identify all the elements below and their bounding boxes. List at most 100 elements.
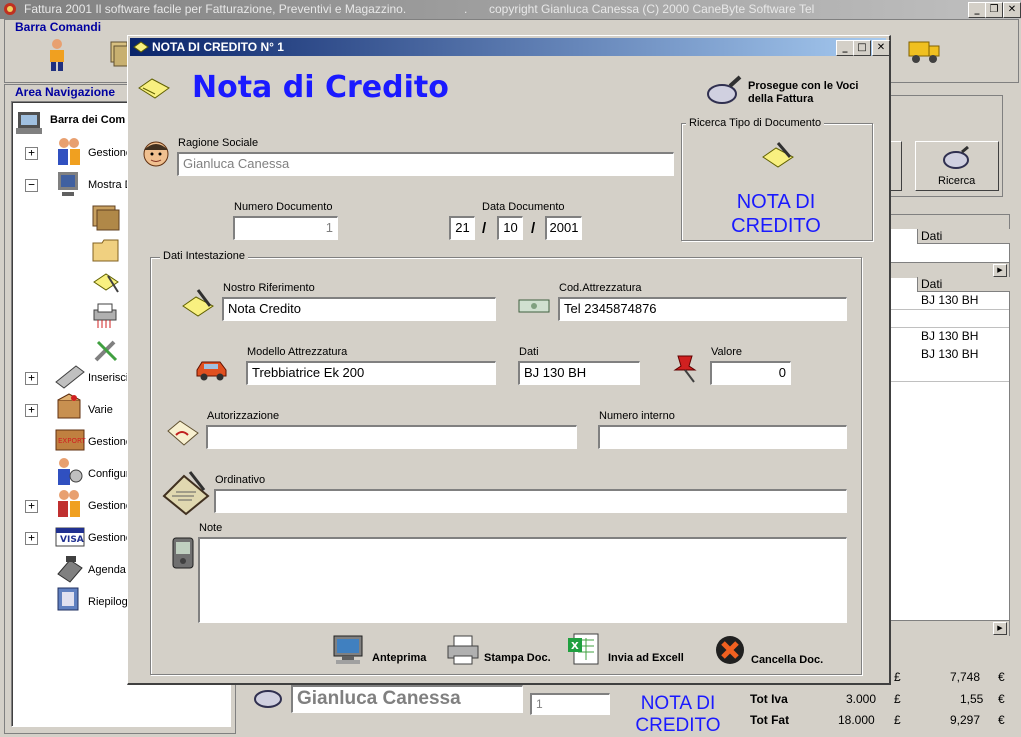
date-year-field[interactable]: 2001 bbox=[545, 216, 582, 240]
grid-row-divider bbox=[891, 309, 1009, 310]
person-icon[interactable] bbox=[45, 38, 69, 75]
command-bar-root-icon bbox=[14, 106, 46, 139]
tree-expander-gestione-1[interactable]: + bbox=[25, 147, 38, 160]
total-1-b: 7,748 bbox=[950, 670, 981, 684]
bg-doc-type: NOTA DI CREDITO bbox=[635, 693, 721, 736]
dialog-heading: Nota di Credito bbox=[192, 70, 449, 105]
stampa-button[interactable]: Stampa Doc. bbox=[444, 634, 562, 670]
tree-item-gestione-2[interactable]: Gestione bbox=[88, 436, 132, 448]
numero-documento-field[interactable]: 1 bbox=[233, 216, 338, 240]
ordinativo-label: Ordinativo bbox=[215, 474, 266, 486]
excel-icon: X bbox=[566, 632, 602, 669]
box-icon bbox=[54, 392, 84, 425]
total-iva-cur2: € bbox=[998, 692, 1005, 706]
doc-type-line-1: NOTA DI bbox=[736, 191, 816, 213]
autorizzazione-field[interactable] bbox=[206, 425, 577, 449]
tree-expander-varie[interactable]: + bbox=[25, 404, 38, 417]
total-fat-label: Tot Fat bbox=[750, 713, 790, 727]
ragione-sociale-field[interactable]: Gianluca Canessa bbox=[177, 152, 674, 176]
prosegue-button[interactable]: Prosegue con le Voci della Fattura bbox=[706, 72, 882, 110]
tree-expander-mostra[interactable]: − bbox=[25, 179, 38, 192]
date-separator-1: / bbox=[482, 220, 487, 237]
tools-icon[interactable] bbox=[90, 336, 122, 367]
modello-attrezzatura-field[interactable]: Trebbiatrice Ek 200 bbox=[246, 361, 496, 385]
visa-card-icon: VISA bbox=[54, 526, 86, 551]
total-fat-cur2: € bbox=[998, 713, 1005, 727]
reference-pen-icon bbox=[180, 286, 216, 323]
magnifier-icon bbox=[942, 145, 972, 173]
app-minimize-button[interactable]: _ bbox=[968, 2, 986, 18]
folders-icon[interactable] bbox=[90, 202, 122, 235]
tree-item-agenda[interactable]: Agenda bbox=[88, 564, 126, 576]
numero-interno-label: Numero interno bbox=[599, 410, 675, 422]
dialog-maximize-button[interactable]: □ bbox=[853, 40, 871, 56]
nostro-riferimento-field[interactable]: Nota Credito bbox=[222, 297, 496, 321]
grid-scrollbar-h-2[interactable]: ▶ bbox=[891, 620, 1009, 636]
background-search-button[interactable]: Ricerca bbox=[915, 141, 999, 191]
valore-field[interactable]: 0 bbox=[710, 361, 791, 385]
ordinativo-field[interactable] bbox=[214, 489, 847, 513]
date-month-field[interactable]: 10 bbox=[497, 216, 523, 240]
excel-label: Invia ad Excell bbox=[608, 652, 684, 664]
tree-item-configur[interactable]: Configur bbox=[88, 468, 130, 480]
prosegue-label: Prosegue con le Voci della Fattura bbox=[748, 80, 859, 105]
clipboard-icon bbox=[160, 468, 212, 521]
tree-item-mostra[interactable]: Mostra D bbox=[88, 179, 133, 191]
grid-scrollbar-h[interactable]: ▶ bbox=[891, 262, 1009, 278]
scroll-right-arrow[interactable]: ▶ bbox=[993, 264, 1007, 277]
tree-root-label[interactable]: Barra dei Com bbox=[50, 114, 125, 126]
total-fat-a: 18.000 bbox=[838, 713, 875, 727]
tree-item-gestione-4[interactable]: Gestione bbox=[88, 532, 132, 544]
truck-icon[interactable] bbox=[907, 36, 941, 71]
tree-item-inserisci[interactable]: Inserisci bbox=[88, 372, 128, 384]
intestazione-group-title: Dati Intestazione bbox=[160, 250, 248, 262]
tree-item-riepilog[interactable]: Riepilog bbox=[88, 596, 128, 608]
excel-button[interactable]: X Invia ad Excell bbox=[564, 632, 704, 670]
cancella-button[interactable]: Cancella Doc. bbox=[714, 634, 838, 670]
app-close-button[interactable]: ✕ bbox=[1003, 2, 1021, 18]
total-iva-a: 3.000 bbox=[846, 692, 877, 706]
pushpin-icon bbox=[672, 352, 702, 387]
note-textarea[interactable] bbox=[198, 537, 847, 623]
dialog-title: NOTA DI CREDITO N° 1 bbox=[152, 40, 284, 54]
app-restore-button[interactable]: ❐ bbox=[985, 2, 1003, 18]
stampa-label: Stampa Doc. bbox=[484, 652, 551, 664]
svg-text:X: X bbox=[571, 641, 579, 652]
car-icon bbox=[194, 354, 230, 385]
date-day-field[interactable]: 21 bbox=[449, 216, 475, 240]
folder-icon[interactable] bbox=[90, 235, 122, 268]
dialog-close-button[interactable]: ✕ bbox=[872, 40, 890, 56]
tree-item-gestione-3[interactable]: Gestione bbox=[88, 500, 132, 512]
bg-small-field[interactable]: 1 bbox=[530, 693, 610, 715]
printer-shredder-icon[interactable] bbox=[90, 302, 122, 333]
tree-item-gestione-1[interactable]: Gestione bbox=[88, 147, 132, 159]
tree-item-varie[interactable]: Varie bbox=[88, 404, 113, 416]
monitor-icon bbox=[54, 168, 84, 203]
grid-header-1: Dati bbox=[917, 229, 1010, 244]
config-people-icon bbox=[54, 456, 86, 491]
dati-field[interactable]: BJ 130 BH bbox=[518, 361, 640, 385]
app-icon[interactable] bbox=[3, 2, 17, 16]
grid-row-4[interactable]: BJ 130 BH bbox=[921, 347, 978, 361]
app-title-bar: Fattura 2001 Il software facile per Fatt… bbox=[0, 0, 1021, 19]
tree-expander-inserisci[interactable]: + bbox=[25, 372, 38, 385]
svg-text:VISA: VISA bbox=[60, 535, 84, 545]
note-pen-icon[interactable] bbox=[90, 270, 122, 299]
scroll-right-arrow-2[interactable]: ▶ bbox=[993, 622, 1007, 635]
tree-expander-gestione-4[interactable]: + bbox=[25, 532, 38, 545]
anteprima-button[interactable]: Anteprima bbox=[330, 634, 438, 670]
banknote-icon bbox=[518, 298, 550, 317]
numero-interno-field[interactable] bbox=[598, 425, 847, 449]
ricerca-pen-icon[interactable] bbox=[760, 139, 796, 174]
dialog-minimize-button[interactable]: _ bbox=[836, 40, 854, 56]
tree-expander-gestione-3[interactable]: + bbox=[25, 500, 38, 513]
bg-customer-name-field[interactable]: Gianluca Canessa bbox=[291, 685, 523, 713]
grid-row-1[interactable]: BJ 130 BH bbox=[921, 293, 978, 307]
dialog-title-bar: NOTA DI CREDITO N° 1 _ □ ✕ bbox=[130, 38, 890, 56]
cod-attrezzatura-field[interactable]: Tel 2345874876 bbox=[558, 297, 847, 321]
app-copyright: copyright Gianluca Canessa (C) 2000 Cane… bbox=[489, 2, 815, 16]
keyboard-icon bbox=[54, 362, 86, 393]
app-title: Fattura 2001 Il software facile per Fatt… bbox=[24, 2, 407, 16]
people-icon bbox=[54, 136, 84, 171]
grid-row-3[interactable]: BJ 130 BH bbox=[921, 329, 978, 343]
